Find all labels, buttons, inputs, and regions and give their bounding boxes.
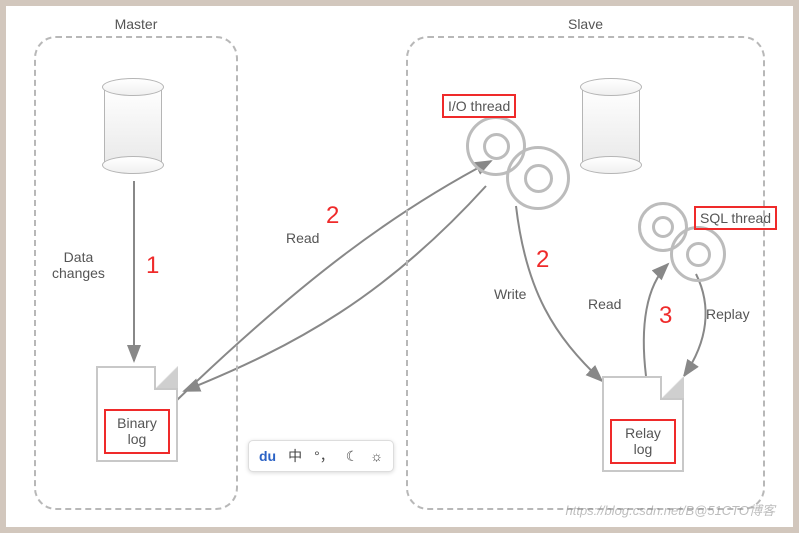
master-server-icon — [104, 78, 162, 174]
step-2b: 2 — [536, 246, 549, 274]
step-2a: 2 — [326, 202, 339, 230]
master-title: Master — [36, 16, 236, 32]
edge-data-changes: Data changes — [52, 249, 105, 281]
moon-icon[interactable]: ☾ — [346, 448, 359, 465]
relay-log-doc-icon: Relay log — [602, 376, 684, 472]
binary-log-label: Binary log — [104, 409, 170, 454]
ime-punct-toggle[interactable]: °， — [314, 446, 334, 466]
step-1: 1 — [146, 252, 159, 280]
slave-title: Slave — [408, 16, 763, 32]
edge-read-2: Read — [588, 296, 621, 312]
diagram-stage: Master Slave I/O thread SQL thread Binar… — [0, 0, 799, 533]
ime-logo-icon[interactable]: du — [259, 448, 276, 464]
watermark: https://blog.csdn.net/B@51CTO博客 — [566, 500, 776, 519]
relay-log-label: Relay log — [610, 419, 676, 464]
ime-lang-toggle[interactable]: 中 — [288, 446, 302, 466]
step-3: 3 — [659, 302, 672, 330]
binary-log-doc-icon: Binary log — [96, 366, 178, 462]
io-thread-box: I/O thread — [442, 94, 516, 118]
sql-thread-box: SQL thread — [694, 206, 777, 230]
ime-toolbar[interactable]: du 中 °， ☾ ☼ — [248, 440, 394, 472]
io-thread-gears-icon — [466, 116, 576, 206]
edge-write: Write — [494, 286, 526, 302]
edge-replay: Replay — [706, 306, 750, 322]
edge-read-1: Read — [286, 230, 319, 246]
slave-server-icon — [582, 78, 640, 174]
sun-icon[interactable]: ☼ — [370, 448, 383, 464]
